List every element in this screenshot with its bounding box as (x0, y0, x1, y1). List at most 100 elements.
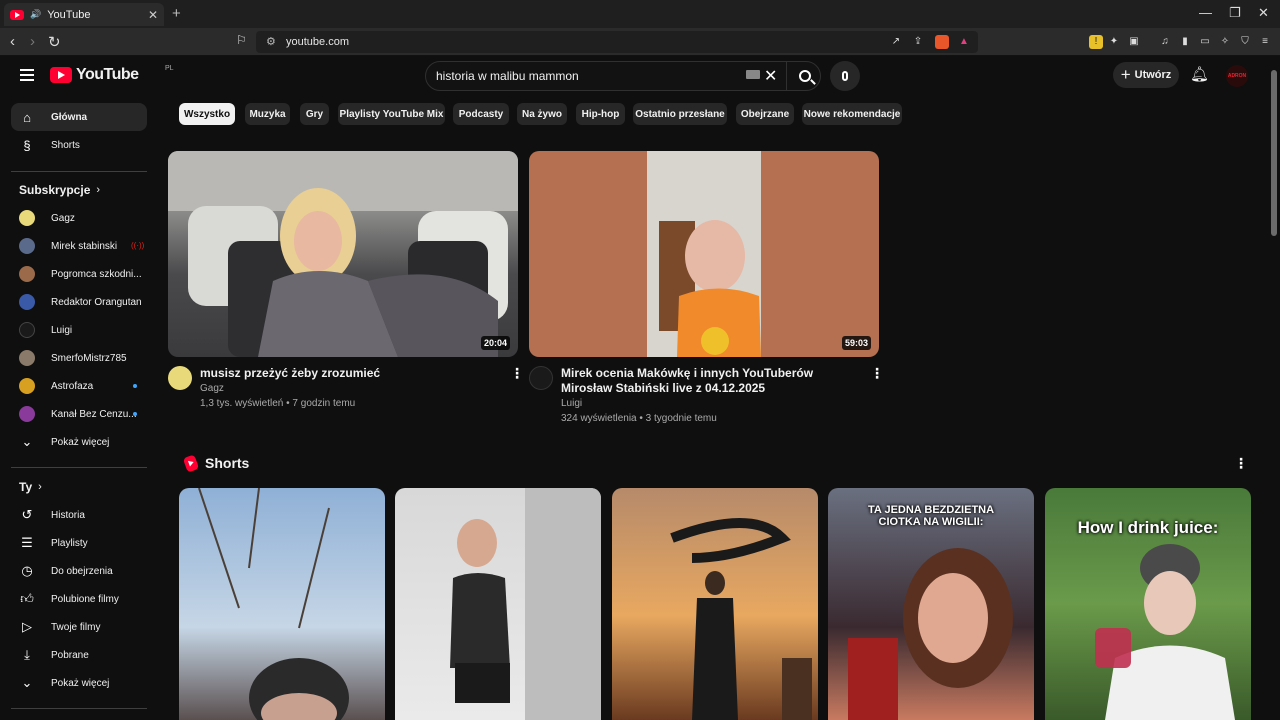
chip-games[interactable]: Gry (300, 103, 329, 125)
bookmark-icon[interactable]: ⚐ (236, 33, 247, 47)
history-icon: ↺ (21, 507, 33, 522)
forward-icon[interactable]: › (30, 33, 35, 50)
youtube-logo[interactable]: YouTube PL (50, 65, 174, 84)
chip-podcasts[interactable]: Podcasty (453, 103, 509, 125)
video-channel[interactable]: Luigi (561, 398, 582, 409)
subscriptions-heading-label: Subskrypcje (19, 183, 91, 197)
share-icon[interactable]: ⇪ (911, 35, 925, 49)
sidebar-item-label: Główna (51, 111, 88, 123)
video-meta: 1,3 tys. wyświetleń • 7 godzin temu (200, 398, 356, 409)
leo-ai-icon[interactable]: ✧ (1218, 35, 1232, 49)
shorts-more-options-icon[interactable]: ⋮ (1234, 455, 1248, 472)
keyboard-icon[interactable] (746, 70, 760, 79)
chip-music[interactable]: Muzyka (245, 103, 290, 125)
sidebar-item-subscription[interactable]: Astrofaza (11, 372, 147, 400)
playlist-icon: ☰ (21, 535, 33, 550)
tab-close-icon[interactable]: ✕ (148, 8, 158, 22)
notifications-bell-icon[interactable]: 🔔︎ (1190, 65, 1209, 83)
voice-search-button[interactable] (830, 61, 860, 91)
tab-title: YouTube (47, 8, 91, 21)
sidebar-item-watch-later[interactable]: ◷ Do obejrzenia (11, 557, 147, 585)
new-content-dot (133, 412, 137, 416)
short-card[interactable] (395, 488, 601, 720)
sidebar-item-subscription[interactable]: Luigi (11, 316, 147, 344)
menu-icon[interactable]: ≡ (1258, 35, 1272, 49)
sidebar-item-subscription[interactable]: SmerfoMistrz785 (11, 344, 147, 372)
minimize-icon[interactable]: — (1199, 5, 1212, 20)
browser-tab[interactable]: 🔊 YouTube ✕ (4, 3, 164, 26)
short-card[interactable]: How I drink juice: (1045, 488, 1251, 720)
sidebar-item-subscription[interactable]: Gagz (11, 204, 147, 232)
show-more-subscriptions[interactable]: ⌄ Pokaż więcej (11, 428, 147, 456)
sidebar-item-subscription[interactable]: Mirek stabinski ((·)) (11, 232, 147, 260)
page-scrollbar[interactable] (1268, 56, 1280, 720)
sidebar-item-subscription[interactable]: Pogromca szkodni... (11, 260, 147, 288)
sidebar-item-liked-videos[interactable]: 👍︎ Polubione filmy (11, 585, 147, 613)
open-external-icon[interactable]: ↗ (889, 35, 903, 49)
show-more-you[interactable]: ⌄ Pokaż więcej (11, 669, 147, 697)
vpn-icon[interactable]: ⛉ (1238, 35, 1252, 49)
url-text: youtube.com (286, 36, 349, 48)
more-options-icon[interactable]: ⋮ (510, 365, 524, 382)
chip-youtube-mix[interactable]: Playlisty YouTube Mix (338, 103, 445, 125)
subscriptions-heading[interactable]: Subskrypcje › (19, 183, 100, 197)
brave-rewards-icon[interactable]: ▲ (957, 35, 971, 49)
restore-icon[interactable]: ❐ (1229, 5, 1241, 21)
sidebar-item-subscription[interactable]: Kanał Bez Cenzu... (11, 400, 147, 428)
puzzle-icon[interactable]: ✦ (1107, 35, 1121, 49)
sidebar-item-history[interactable]: ↺ Historia (11, 501, 147, 529)
chip-new-to-you[interactable]: Nowe rekomendacje (802, 103, 902, 125)
video-thumbnail[interactable]: 20:04 (168, 151, 518, 357)
new-tab-icon[interactable]: + (172, 5, 181, 22)
search-button[interactable] (786, 61, 822, 91)
chip-recently-uploaded[interactable]: Ostatnio przesłane (633, 103, 727, 125)
video-title[interactable]: Mirek ocenia Makówkę i innych YouTuberów… (561, 366, 851, 396)
sidebar-item-home[interactable]: ⌂ Główna (11, 103, 147, 131)
sidebar-item-downloads[interactable]: ⤓ Pobrane (11, 641, 147, 669)
chip-all[interactable]: Wszystko (179, 103, 235, 125)
short-card[interactable] (179, 488, 385, 720)
window-close-icon[interactable]: ✕ (1258, 5, 1269, 21)
youtube-play-icon (50, 67, 72, 83)
scrollbar-thumb[interactable] (1271, 70, 1277, 236)
youtube-header: YouTube PL ✕ + Utwórz 🔔︎ ADRON (0, 56, 1268, 96)
site-settings-icon[interactable]: ⚙ (266, 35, 276, 48)
chip-live[interactable]: Na żywo (517, 103, 567, 125)
more-options-icon[interactable]: ⋮ (870, 365, 884, 382)
short-card[interactable] (612, 488, 818, 720)
microphone-icon (842, 71, 848, 81)
chip-hip-hop[interactable]: Hip-hop (576, 103, 625, 125)
hamburger-menu-icon[interactable] (20, 69, 34, 81)
sidebar-item-subscription[interactable]: Redaktor Orangutan (11, 288, 147, 316)
create-button[interactable]: + Utwórz (1113, 62, 1179, 88)
you-heading[interactable]: Ty › (19, 480, 42, 494)
video-title[interactable]: musisz przeżyć żeby zrozumieć (200, 366, 490, 381)
address-bar[interactable]: ⚙ youtube.com (256, 31, 978, 53)
divider (11, 171, 147, 172)
sidebar-item-your-videos[interactable]: ▷ Twoje filmy (11, 613, 147, 641)
screenshot-icon[interactable]: ▣ (1127, 35, 1141, 49)
video-thumbnail[interactable]: 59:03 (529, 151, 879, 357)
sidebar-item-label: Shorts (51, 139, 80, 151)
reload-icon[interactable]: ↻ (48, 33, 61, 51)
sidebar-toggle-icon[interactable]: ▮ (1178, 35, 1192, 49)
channel-avatar[interactable] (168, 366, 192, 390)
sidebar-item-shorts[interactable]: § Shorts (11, 131, 147, 159)
sidebar-item-playlists[interactable]: ☰ Playlisty (11, 529, 147, 557)
short-card[interactable]: TA JEDNA BEZDZIETNA CIOTKA NA WIGILII: (828, 488, 1034, 720)
clear-search-icon[interactable]: ✕ (764, 66, 777, 86)
search-input[interactable] (436, 69, 736, 83)
account-avatar[interactable]: ADRON (1226, 65, 1248, 87)
channel-avatar[interactable] (529, 366, 553, 390)
sidebar-item-label: Astrofaza (51, 380, 94, 392)
wallet-icon[interactable]: ▭ (1198, 35, 1212, 49)
media-icon[interactable]: ♫ (1158, 35, 1172, 49)
extension-icon[interactable]: ! (1089, 35, 1103, 49)
chip-watched[interactable]: Obejrzane (736, 103, 794, 125)
sidebar-item-label: SmerfoMistrz785 (51, 352, 127, 364)
back-icon[interactable]: ‹ (10, 33, 15, 50)
plus-icon: + (1120, 65, 1131, 84)
divider (11, 467, 147, 468)
video-channel[interactable]: Gagz (200, 383, 224, 394)
brave-shields-icon[interactable] (935, 35, 949, 49)
